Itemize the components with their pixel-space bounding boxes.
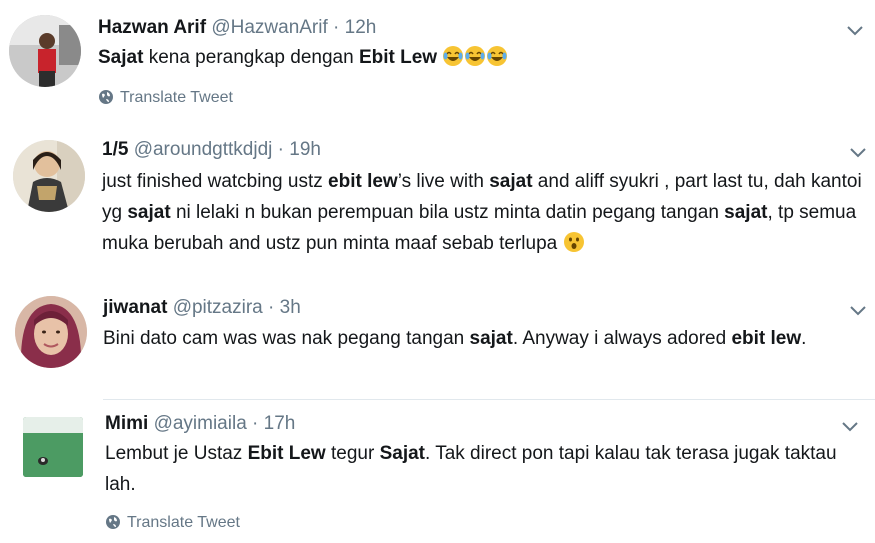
avatar-photo <box>23 417 83 477</box>
timestamp[interactable]: 17h <box>264 413 296 434</box>
text-segment: Bini dato cam was was nak pegang tangan <box>103 328 470 349</box>
text-bold: Sajat <box>379 443 425 464</box>
tweet-text: Sajat kena perangkap dengan Ebit Lew <box>98 42 838 73</box>
tweet-aroundgttkdjdj[interactable]: 1/5 @aroundgttkdjdj · 19h just finished … <box>0 126 875 276</box>
text-bold: sajat <box>724 202 768 223</box>
display-name[interactable]: jiwanat <box>103 297 167 318</box>
text-segment: . <box>801 328 807 349</box>
translate-tweet-link[interactable]: Translate Tweet <box>98 89 233 107</box>
text-bold: Ebit Lew <box>247 443 326 464</box>
globe-icon <box>99 90 113 104</box>
user-handle[interactable]: @HazwanArif <box>211 17 327 38</box>
avatar-photo <box>13 140 85 212</box>
avatar[interactable] <box>9 15 81 87</box>
surprised-face-emoji-icon <box>563 232 584 252</box>
tweet-text: Lembut je Ustaz Ebit Lew tegur Sajat. Ta… <box>105 438 845 500</box>
separator-dot: · <box>333 17 340 38</box>
separator-dot: · <box>252 413 259 434</box>
avatar-photo <box>15 296 87 368</box>
tweet-text: Bini dato cam was was nak pegang tangan … <box>103 323 848 354</box>
text-bold: ebit lew <box>731 328 802 349</box>
translate-tweet-link[interactable]: Translate Tweet <box>105 514 240 532</box>
tweet-header: jiwanat @pitzazira · 3h <box>103 297 301 319</box>
translate-label: Translate Tweet <box>120 89 233 106</box>
user-handle[interactable]: @pitzazira <box>173 297 263 318</box>
text-bold: Ebit Lew <box>358 47 438 68</box>
tweet-header: Hazwan Arif @HazwanArif · 12h <box>98 17 376 39</box>
tweet-header: Mimi @ayimiaila · 17h <box>105 413 295 435</box>
separator-dot: · <box>277 139 284 160</box>
avatar[interactable] <box>23 417 83 477</box>
text-segment: Lembut je Ustaz <box>105 443 248 464</box>
text-bold: ebit lew <box>328 171 398 192</box>
avatar[interactable] <box>15 296 87 368</box>
chevron-down-icon[interactable] <box>848 146 868 160</box>
chevron-down-icon[interactable] <box>848 304 868 318</box>
timestamp[interactable]: 12h <box>345 17 377 38</box>
display-name[interactable]: Hazwan Arif <box>98 17 206 38</box>
tweet-mimi[interactable]: Mimi @ayimiaila · 17h Lembut je Ustaz Eb… <box>0 403 875 543</box>
display-name[interactable]: Mimi <box>105 413 148 434</box>
avatar[interactable] <box>13 140 85 212</box>
text-bold: sajat <box>489 171 533 192</box>
tweet-text: just finished watcbing ustz ebit lew’s l… <box>102 166 864 259</box>
text-bold: sajat <box>127 202 171 223</box>
text-segment: ni lelaki n bukan perempuan bila ustz mi… <box>170 202 725 223</box>
text-segment: tegur <box>325 443 380 464</box>
divider <box>103 399 875 400</box>
user-handle[interactable]: @aroundgttkdjdj <box>134 139 273 160</box>
laughing-tears-emoji-icon <box>487 46 508 66</box>
tweet-hazwan[interactable]: Hazwan Arif @HazwanArif · 12h Sajat kena… <box>0 0 875 120</box>
separator-dot: · <box>268 297 275 318</box>
display-name[interactable]: 1/5 <box>102 139 128 160</box>
chevron-down-icon[interactable] <box>845 24 865 38</box>
text-bold: sajat <box>469 328 513 349</box>
text-segment: just finished watcbing ustz <box>102 171 329 192</box>
text-segment: . Anyway i always adored <box>512 328 732 349</box>
chevron-down-icon[interactable] <box>840 420 860 434</box>
globe-icon <box>106 515 120 529</box>
user-handle[interactable]: @ayimiaila <box>154 413 247 434</box>
text-segment: ’s live with <box>397 171 490 192</box>
avatar-photo <box>9 15 81 87</box>
tweet-header: 1/5 @aroundgttkdjdj · 19h <box>102 139 321 161</box>
laughing-tears-emoji-icon <box>443 46 464 66</box>
tweet-jiwanat[interactable]: jiwanat @pitzazira · 3h Bini dato cam wa… <box>0 282 875 398</box>
translate-label: Translate Tweet <box>127 514 240 531</box>
timestamp[interactable]: 3h <box>280 297 301 318</box>
text-segment: kena perangkap dengan <box>143 47 359 68</box>
text-bold: Sajat <box>98 47 144 68</box>
timestamp[interactable]: 19h <box>289 139 321 160</box>
laughing-tears-emoji-icon <box>465 46 486 66</box>
